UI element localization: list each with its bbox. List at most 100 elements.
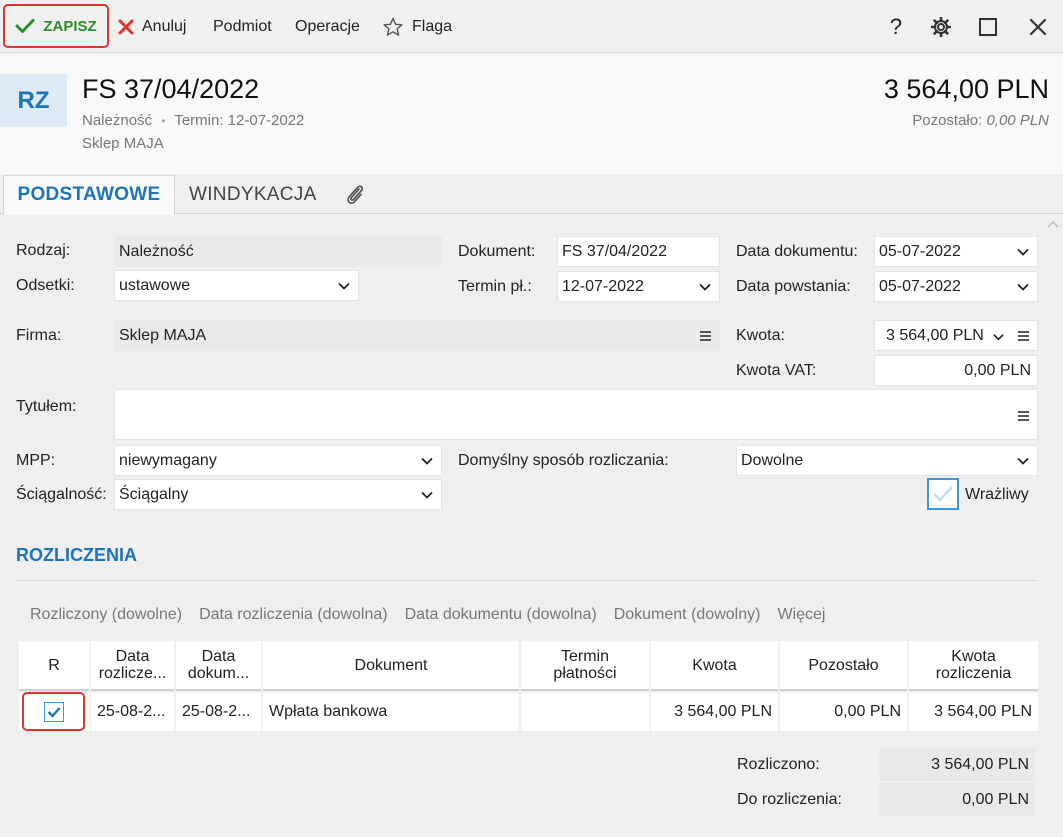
remaining-value: 0,00 PLN — [986, 112, 1049, 129]
col-pozostalo[interactable]: Pozostało — [780, 641, 907, 691]
separator: • — [161, 114, 166, 128]
chevron-down-icon — [1017, 457, 1029, 465]
col-data-rozliczenia[interactable]: Data rozlicze... — [91, 641, 174, 691]
termin-date-picker[interactable]: 12-07-2022 — [557, 271, 720, 302]
subject-button[interactable]: Podmiot — [213, 0, 272, 53]
tab-bar: PODSTAWOWE WINDYKACJA — [0, 175, 1063, 215]
kwota-value: 3 564,00 PLN — [886, 326, 984, 344]
chevron-down-icon — [699, 283, 711, 291]
chevron-down-icon — [338, 282, 350, 290]
wrazliwy-checkbox[interactable] — [927, 478, 959, 510]
sciagalnosc-label: Ściągalność: — [16, 486, 107, 503]
menu-icon[interactable] — [1018, 411, 1029, 421]
filter-rozliczony[interactable]: Rozliczony (dowolne) — [30, 606, 182, 624]
col-kwota-rozliczenia[interactable]: Kwota rozliczenia — [909, 641, 1038, 691]
cell-data-rozliczenia: 25-08-2... — [91, 693, 174, 731]
tab-podstawowe[interactable]: PODSTAWOWE — [3, 175, 175, 215]
termin-label: Termin pł.: — [458, 278, 532, 295]
kwota-field[interactable]: 3 564,00 PLN — [874, 320, 1038, 351]
flag-button[interactable]: Flaga — [382, 0, 452, 53]
cell-data-dokumentu: 25-08-2... — [176, 693, 261, 731]
col-data-dokumentu-label: Data dokum... — [187, 648, 250, 682]
star-icon — [383, 17, 403, 36]
table-row[interactable]: 25-08-2... 25-08-2... Wpłata bankowa 3 5… — [19, 693, 1038, 731]
settings-button[interactable] — [926, 0, 956, 53]
col-kwota-rozliczenia-label: Kwota rozliczenia — [935, 648, 1012, 682]
menu-icon[interactable] — [700, 330, 711, 341]
odsetki-label: Odsetki: — [16, 277, 75, 294]
cell-pozostalo: 0,00 PLN — [780, 693, 907, 731]
chevron-down-icon — [421, 457, 433, 465]
kwota-label: Kwota: — [736, 327, 785, 344]
maximize-icon — [979, 17, 997, 36]
filter-wiecej[interactable]: Więcej — [777, 606, 825, 624]
flag-button-label: Flaga — [412, 17, 453, 35]
maximize-button[interactable] — [973, 0, 1003, 53]
data-powstania-label: Data powstania: — [736, 278, 851, 295]
document-title: FS 37/04/2022 — [82, 74, 260, 104]
col-pozostalo-label: Pozostało — [808, 656, 879, 674]
rozliczono-label: Rozliczono: — [737, 756, 820, 773]
document-header: RZ FS 37/04/2022 Należność • Termin: 12-… — [0, 54, 1063, 174]
firma-field[interactable]: Sklep MAJA — [114, 320, 720, 351]
termin-value: 12-07-2022 — [562, 277, 644, 295]
sciagalnosc-select[interactable]: Ściągalny — [114, 479, 442, 510]
filter-dokument[interactable]: Dokument (dowolny) — [614, 606, 761, 624]
remaining-label: Pozostało: — [912, 112, 983, 129]
filter-data-dokumentu[interactable]: Data dokumentu (dowolna) — [405, 606, 597, 624]
do-rozliczenia-value: 0,00 PLN — [879, 783, 1035, 816]
dokument-field[interactable]: FS 37/04/2022 — [557, 236, 720, 267]
document-subtitle: Należność • Termin: 12-07-2022 — [82, 112, 304, 129]
document-amount: 3 564,00 PLN — [883, 74, 1049, 104]
cancel-button[interactable]: Anuluj — [118, 0, 186, 53]
operations-button[interactable]: Operacje — [295, 0, 360, 53]
scroll-up-icon[interactable] — [1047, 220, 1059, 228]
highlight-outline — [22, 692, 85, 731]
data-powstania-value: 05-07-2022 — [879, 277, 961, 295]
tytulem-field[interactable] — [114, 389, 1038, 440]
help-button[interactable]: ? — [881, 0, 911, 53]
col-dokument[interactable]: Dokument — [263, 641, 519, 691]
rodzaj-field: Należność — [114, 236, 442, 267]
close-button[interactable] — [1023, 0, 1053, 53]
mpp-select[interactable]: niewymagany — [114, 445, 442, 476]
chevron-down-icon — [1017, 283, 1029, 291]
data-dokumentu-picker[interactable]: 05-07-2022 — [874, 236, 1038, 267]
firma-value: Sklep MAJA — [119, 326, 207, 344]
close-icon — [118, 19, 134, 34]
rozliczono-value: 3 564,00 PLN — [879, 748, 1035, 781]
mpp-value: niewymagany — [119, 451, 217, 469]
data-powstania-picker[interactable]: 05-07-2022 — [874, 271, 1038, 302]
rodzaj-label: Rodzaj: — [16, 242, 71, 259]
document-type: Należność — [82, 112, 153, 129]
close-window-icon — [1029, 18, 1047, 35]
data-dokumentu-label: Data dokumentu: — [736, 243, 858, 260]
operations-button-label: Operacje — [295, 17, 360, 35]
checkmark-icon — [933, 486, 953, 502]
kwota-vat-field[interactable]: 0,00 PLN — [874, 355, 1038, 386]
chevron-down-icon — [421, 491, 433, 499]
col-termin[interactable]: Termin płatności — [521, 641, 649, 691]
col-r[interactable]: R — [19, 641, 89, 691]
mpp-label: MPP: — [16, 452, 56, 469]
tab-windykacja[interactable]: WINDYKACJA — [189, 175, 317, 214]
sposob-select[interactable]: Dowolne — [736, 445, 1038, 476]
document-company: Sklep MAJA — [82, 135, 164, 152]
odsetki-select[interactable]: ustawowe — [114, 270, 359, 301]
save-button[interactable]: ZAPISZ — [3, 4, 109, 48]
chevron-down-icon[interactable] — [993, 333, 1004, 341]
odsetki-value: ustawowe — [119, 276, 191, 294]
col-kwota[interactable]: Kwota — [651, 641, 778, 691]
wrazliwy-label: Wrażliwy — [965, 486, 1029, 503]
cell-dokument: Wpłata bankowa — [263, 693, 519, 731]
settlements-filters: Rozliczony (dowolne) Data rozliczenia (d… — [30, 606, 825, 624]
data-dokumentu-value: 05-07-2022 — [879, 242, 961, 260]
paperclip-icon — [347, 184, 364, 204]
do-rozliczenia-label: Do rozliczenia: — [737, 791, 842, 808]
gear-icon — [931, 16, 951, 37]
filter-data-rozliczenia[interactable]: Data rozliczenia (dowolna) — [199, 606, 388, 624]
menu-icon[interactable] — [1018, 330, 1029, 341]
col-data-dokumentu[interactable]: Data dokum... — [176, 641, 261, 691]
tab-attachments[interactable] — [343, 175, 367, 214]
kwota-vat-label: Kwota VAT: — [736, 362, 817, 379]
